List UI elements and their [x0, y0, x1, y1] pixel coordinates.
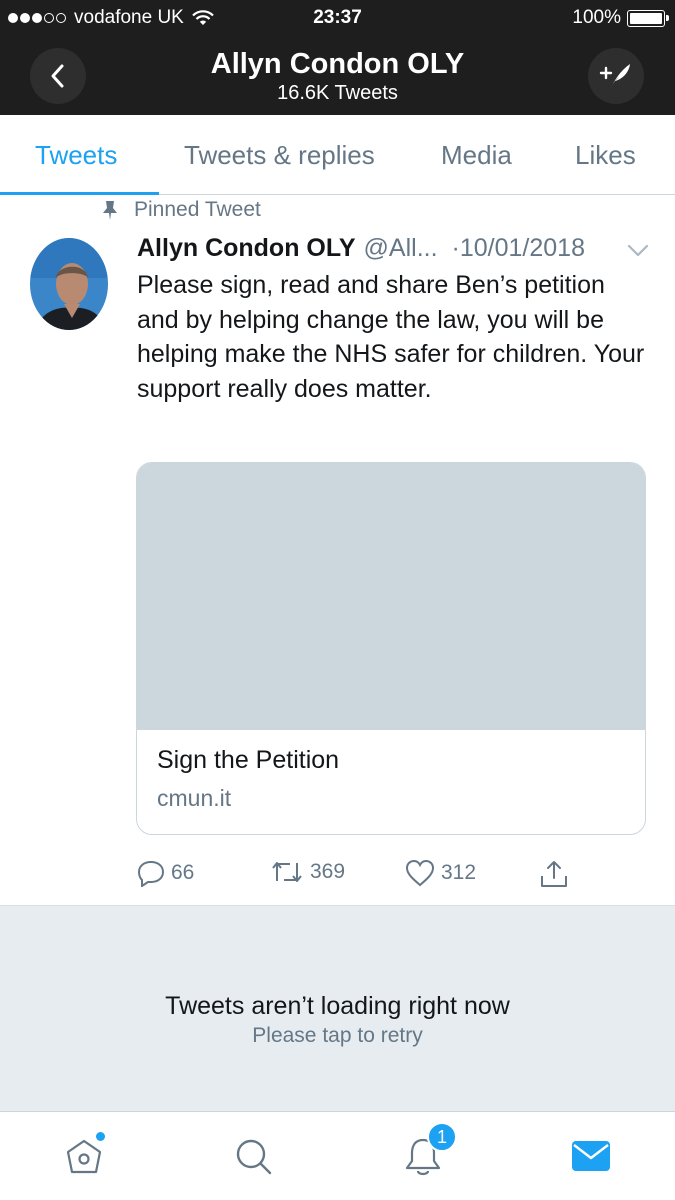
compose-tweet-icon: [599, 64, 630, 90]
battery-icon: [627, 9, 669, 27]
nav-search[interactable]: [231, 1134, 275, 1178]
messages-icon: [572, 1141, 610, 1171]
card-title: Sign the Petition: [157, 746, 340, 774]
tweet-header: Allyn Condon OLY @All... ·10/01/2018: [137, 234, 662, 263]
home-unread-dot: [96, 1132, 105, 1141]
tab-likes[interactable]: Likes: [575, 140, 636, 171]
notification-badge: 1: [427, 1122, 457, 1152]
tab-media[interactable]: Media: [441, 140, 512, 171]
tweets-error-retry[interactable]: Tweets aren’t loading right now Please t…: [0, 905, 675, 1111]
retweet-button[interactable]: 369: [270, 859, 345, 885]
reply-count: 66: [171, 861, 195, 884]
battery-status: 100%: [572, 7, 669, 29]
status-bar: vodafone UK 23:37 100%: [0, 0, 675, 38]
like-button[interactable]: 312: [405, 859, 476, 887]
share-icon: [541, 861, 567, 887]
heart-icon: [405, 859, 435, 887]
tweet-count: 16.6K Tweets: [277, 82, 398, 104]
reply-icon: [137, 860, 165, 887]
retry-hint[interactable]: Please tap to retry: [0, 1024, 675, 1048]
pinned-text: Pinned Tweet: [134, 198, 261, 221]
share-button[interactable]: [539, 859, 575, 889]
bottom-nav: 1: [0, 1111, 675, 1200]
like-count: 312: [441, 861, 477, 884]
compose-tweet-button[interactable]: [588, 48, 644, 104]
search-icon: [236, 1139, 272, 1175]
nav-notifications[interactable]: 1: [401, 1122, 457, 1178]
tab-tweets[interactable]: Tweets: [35, 140, 117, 171]
profile-header: vodafone UK 23:37 100% Allyn Condon OLY …: [0, 0, 675, 115]
avatar[interactable]: [30, 238, 108, 330]
tweet-text: Please sign, read and share Ben’s petiti…: [137, 271, 645, 403]
chevron-down-icon[interactable]: [626, 240, 650, 260]
link-card[interactable]: Sign the Petition cmun.it: [136, 462, 646, 835]
battery-percent: 100%: [572, 7, 621, 28]
tweet-actions: 66 369 312: [0, 855, 675, 895]
home-icon: [66, 1139, 102, 1174]
card-image-placeholder: [137, 463, 645, 730]
nav-messages[interactable]: [569, 1134, 613, 1178]
retweet-icon: [272, 862, 302, 882]
avatar-image: [30, 238, 108, 330]
author-handle[interactable]: @All...: [364, 234, 438, 263]
profile-name-title: Allyn Condon OLY: [210, 48, 465, 80]
nav-home[interactable]: [62, 1132, 106, 1178]
reply-button[interactable]: 66: [137, 859, 194, 887]
tweet-date: ·10/01/2018: [451, 234, 585, 262]
retweet-count: 369: [310, 860, 346, 883]
tab-tweets-replies[interactable]: Tweets & replies: [184, 140, 375, 171]
active-tab-indicator: [0, 192, 159, 195]
author-name[interactable]: Allyn Condon OLY: [137, 234, 356, 263]
card-domain: cmun.it: [157, 785, 232, 811]
error-title: Tweets aren’t loading right now: [165, 992, 510, 1020]
pin-icon: [103, 201, 117, 220]
pinned-tweet-label: Pinned Tweet: [100, 198, 261, 222]
profile-tabs: Tweets Tweets & replies Media Likes: [0, 115, 675, 195]
